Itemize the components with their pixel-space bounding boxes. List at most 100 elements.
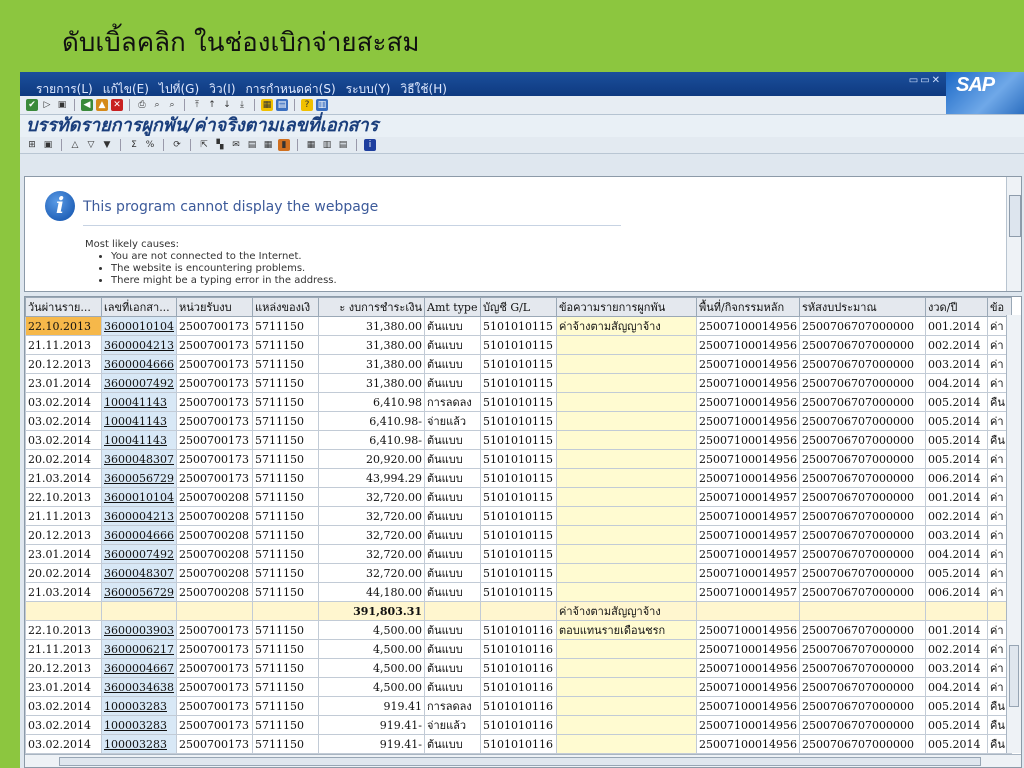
cell-doc[interactable] — [101, 601, 177, 621]
cell-doc[interactable]: 3600048307 — [101, 449, 177, 469]
cell-doc[interactable]: 100041143 — [101, 430, 177, 450]
cell-doc[interactable]: 3600056729 — [101, 468, 177, 488]
chart-icon[interactable]: ▚ — [214, 139, 226, 151]
table-row[interactable]: 20.02.2014 3600048307 2500700208 5711150 32,… — [25, 563, 1012, 583]
cell-doc[interactable]: 3600004213 — [101, 335, 177, 355]
cell-doc[interactable]: 3600010104 — [101, 316, 177, 336]
html-scrollbar[interactable] — [1006, 177, 1021, 291]
table-row[interactable]: 21.11.2013 3600006217 2500700173 5711150 4,5… — [25, 639, 1012, 659]
table-row[interactable]: 23.01.2014 3600034638 2500700173 5711150 4,5… — [25, 677, 1012, 697]
cell-doc[interactable]: 100003283 — [101, 696, 177, 716]
table-row[interactable]: 03.02.2014 100003283 2500700173 5711150 919.… — [25, 734, 1012, 754]
cell-doc[interactable]: 3600056729 — [101, 582, 177, 602]
table-row[interactable]: 23.01.2014 3600007492 2500700208 5711150 32,… — [25, 544, 1012, 564]
table-row[interactable]: 03.02.2014 100041143 2500700173 5711150 6,41… — [25, 392, 1012, 412]
cell-doc[interactable]: 100003283 — [101, 715, 177, 735]
column-header[interactable]: แหล่งของเงิ — [252, 297, 319, 317]
select-icon[interactable]: ▣ — [42, 139, 54, 151]
menu-item[interactable]: ไปที่(G) — [159, 82, 199, 96]
column-header[interactable]: วันผ่านราย... — [25, 297, 102, 317]
column-header[interactable]: ข้อ — [986, 297, 1012, 317]
new-session-icon[interactable]: ▦ — [261, 99, 273, 111]
table-row[interactable]: 03.02.2014 100041143 2500700173 5711150 6,41… — [25, 430, 1012, 450]
prev-page-icon[interactable]: ↑ — [206, 99, 218, 111]
cell-doc[interactable]: 3600034638 — [101, 677, 177, 697]
menu-item[interactable]: รายการ(L) — [36, 82, 93, 96]
grid-icon[interactable]: ▦ — [305, 139, 317, 151]
table-row[interactable]: 23.01.2014 3600007492 2500700173 5711150 31,… — [25, 373, 1012, 393]
enter-icon[interactable]: ✔ — [26, 99, 38, 111]
subtotal-row[interactable]: 391,803.31 ค่าจ้างตามสัญญาจ้าง — [25, 601, 1012, 621]
cell-doc[interactable]: 3600004213 — [101, 506, 177, 526]
table-row[interactable]: 20.12.2013 3600004666 2500700208 5711150 32,… — [25, 525, 1012, 545]
table-row[interactable]: 20.02.2014 3600048307 2500700173 5711150 20,… — [25, 449, 1012, 469]
cell-doc[interactable]: 100041143 — [101, 411, 177, 431]
table-row[interactable]: 22.10.2013 3600010104 2500700208 5711150 32,… — [25, 487, 1012, 507]
help-icon[interactable]: ? — [301, 99, 313, 111]
subtotal-icon[interactable]: % — [144, 139, 156, 151]
column-header[interactable]: เลขที่เอกสา... — [101, 297, 177, 317]
grid-vertical-scrollbar[interactable] — [1006, 315, 1021, 753]
cell-doc[interactable]: 3600007492 — [101, 544, 177, 564]
print-icon[interactable]: ⎙ — [136, 99, 148, 111]
find-icon[interactable]: ⌕ — [151, 99, 163, 111]
cancel-icon[interactable]: ✕ — [111, 99, 123, 111]
cell-doc[interactable]: 3600006217 — [101, 639, 177, 659]
window-controls[interactable]: ▭▭✕ — [909, 75, 942, 86]
layout-icon[interactable]: ▥ — [316, 99, 328, 111]
grid-horizontal-scrollbar[interactable] — [25, 754, 1021, 767]
column-header[interactable]: ข้อความรายการผูกพัน — [556, 297, 697, 317]
find-next-icon[interactable]: ⌕ — [166, 99, 178, 111]
table-row[interactable]: 22.10.2013 3600003903 2500700173 5711150 4,5… — [25, 620, 1012, 640]
menu-item[interactable]: ระบบ(Y) — [346, 82, 391, 96]
cell-doc[interactable]: 100003283 — [101, 734, 177, 754]
table-row[interactable]: 20.12.2013 3600004667 2500700173 5711150 4,5… — [25, 658, 1012, 678]
next-page-icon[interactable]: ↓ — [221, 99, 233, 111]
table-row[interactable]: 03.02.2014 100003283 2500700173 5711150 919.… — [25, 696, 1012, 716]
cell-doc[interactable]: 3600048307 — [101, 563, 177, 583]
column-header[interactable]: รหัสงบประมาณ — [798, 297, 926, 317]
column-header[interactable]: ะ งบการชำระเงิน — [318, 297, 425, 317]
sort-desc-icon[interactable]: ▽ — [85, 139, 97, 151]
sort-asc-icon[interactable]: △ — [69, 139, 81, 151]
cell-doc[interactable]: 3600004667 — [101, 658, 177, 678]
filter-icon[interactable]: ▼ — [101, 139, 113, 151]
mail-icon[interactable]: ✉ — [230, 139, 242, 151]
cell-doc[interactable]: 3600007492 — [101, 373, 177, 393]
layout-select-icon[interactable]: ▦ — [262, 139, 274, 151]
last-page-icon[interactable]: ⤓ — [236, 99, 248, 111]
back-icon[interactable]: ◀ — [81, 99, 93, 111]
refresh-icon[interactable]: ⟳ — [171, 139, 183, 151]
abc-icon[interactable]: ▤ — [246, 139, 258, 151]
table-row[interactable]: 03.02.2014 100003283 2500700173 5711150 919.… — [25, 715, 1012, 735]
graph-icon[interactable]: ▮ — [278, 139, 290, 151]
column-header[interactable]: งวด/ปี — [924, 297, 988, 317]
cell-doc[interactable]: 100041143 — [101, 392, 177, 412]
table-row[interactable]: 21.03.2014 3600056729 2500700208 5711150 44,… — [25, 582, 1012, 602]
table-row[interactable]: 20.12.2013 3600004666 2500700173 5711150 31,… — [25, 354, 1012, 374]
first-page-icon[interactable]: ⤒ — [191, 99, 203, 111]
exit-icon[interactable]: ▲ — [96, 99, 108, 111]
details-icon[interactable]: ⊞ — [26, 139, 38, 151]
menu-item[interactable]: แก้ไข(E) — [103, 82, 149, 96]
column-header[interactable]: Amt type — [424, 297, 481, 317]
table-row[interactable]: 22.10.2013 3600010104 2500700173 5711150 31,… — [25, 316, 1012, 336]
cell-doc[interactable]: 3600003903 — [101, 620, 177, 640]
menu-item[interactable]: วิว(I) — [209, 82, 235, 96]
shortcut-icon[interactable]: ▤ — [276, 99, 288, 111]
menu-item[interactable]: วิธีใช้(H) — [400, 82, 446, 96]
cell-doc[interactable]: 3600010104 — [101, 487, 177, 507]
save-icon[interactable]: ▣ — [56, 99, 68, 111]
column-header[interactable]: หน่วยรับงบ — [176, 297, 253, 317]
export-icon[interactable]: ⇱ — [198, 139, 210, 151]
table-row[interactable]: 21.03.2014 3600056729 2500700173 5711150 43,… — [25, 468, 1012, 488]
info-button-icon[interactable]: i — [364, 139, 376, 151]
menu-item[interactable]: การกำหนดค่า(S) — [246, 82, 336, 96]
table-icon[interactable]: ▤ — [337, 139, 349, 151]
table-row[interactable]: 21.11.2013 3600004213 2500700208 5711150 32,… — [25, 506, 1012, 526]
table-row[interactable]: 03.02.2014 100041143 2500700173 5711150 6,41… — [25, 411, 1012, 431]
column-header[interactable]: พื้นที่/กิจกรรมหลัก — [696, 297, 800, 317]
columns-icon[interactable]: ▥ — [321, 139, 333, 151]
table-row[interactable]: 21.11.2013 3600004213 2500700173 5711150 31,… — [25, 335, 1012, 355]
command-field-icon[interactable]: ▷ — [41, 99, 53, 111]
